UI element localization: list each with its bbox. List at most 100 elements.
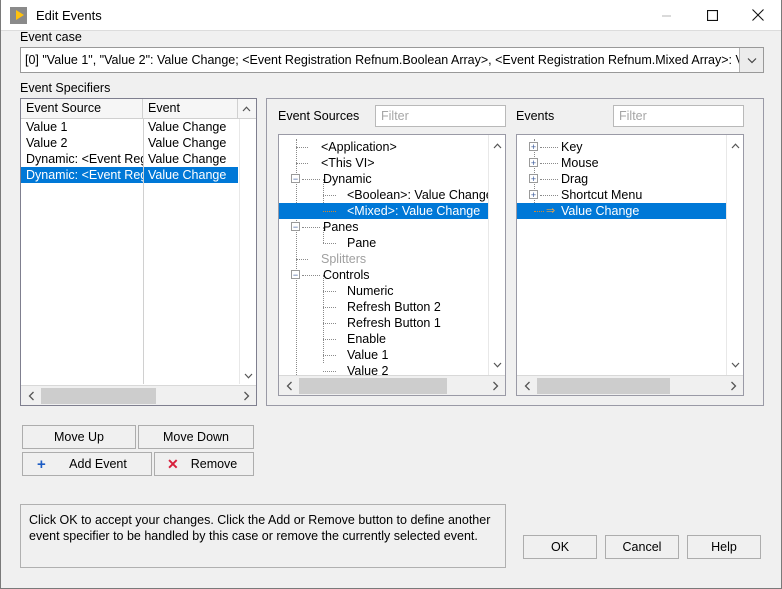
event-sources-tree[interactable]: <Application> <This VI> − Dynamic <Boole… [278,134,506,396]
tree-item-value-1[interactable]: Value 1 [279,347,488,363]
tree-item-label: Pane [347,236,377,250]
tree-item-label: Dynamic [323,172,372,186]
ok-button[interactable]: OK [523,535,597,559]
tree-item-pane[interactable]: Pane [279,235,488,251]
minimize-icon[interactable] [643,0,689,31]
close-icon[interactable] [735,0,781,31]
events-filter-input[interactable]: Filter [613,105,744,127]
specifiers-vertical-scrollbar[interactable] [239,119,256,384]
tree-item-refresh-button-1[interactable]: Refresh Button 1 [279,315,488,331]
chevron-down-icon[interactable] [727,356,743,373]
title-bar: Edit Events [1,0,781,31]
tree-item-numeric[interactable]: Numeric [279,283,488,299]
chevron-down-icon[interactable] [240,367,257,384]
tree-item-this-vi[interactable]: <This VI> [279,155,488,171]
expand-toggle-icon[interactable]: + [529,174,538,183]
tree-item-enable[interactable]: Enable [279,331,488,347]
tree-connector [540,147,558,148]
column-header-event-source[interactable]: Event Source [21,99,143,118]
event-sources-vertical-scrollbar[interactable] [488,135,505,375]
cell-event: Value Change [148,152,227,166]
tree-item-label: Mouse [561,156,599,170]
scrollbar-thumb[interactable] [537,377,670,394]
tree-connector [302,275,320,276]
chevron-down-icon[interactable] [489,356,505,373]
event-specifiers-list[interactable]: Event Source Event Value 1 Value Change … [20,98,257,406]
cell-event: Value Change [148,120,227,134]
collapse-toggle-icon[interactable]: − [291,174,300,183]
remove-button[interactable]: ✕ Remove [154,452,254,476]
events-vertical-scrollbar[interactable] [726,135,743,375]
tree-item-dynamic[interactable]: − Dynamic [279,171,488,187]
chevron-up-icon[interactable] [727,137,743,154]
event-case-combobox[interactable]: [0] "Value 1", "Value 2": Value Change; … [20,47,764,73]
tree-item-label: Refresh Button 1 [347,316,441,330]
chevron-right-icon[interactable] [236,386,256,406]
event-specifiers-rows: Value 1 Value Change Value 2 Value Chang… [21,119,256,384]
tree-item-mouse[interactable]: + Mouse [517,155,726,171]
add-event-button[interactable]: + Add Event [22,452,152,476]
table-row[interactable]: Value 2 Value Change [21,135,256,151]
tree-item-panes[interactable]: − Panes [279,219,488,235]
table-row[interactable]: Dynamic: <Event Reg Value Change [21,167,256,183]
tree-item-value-change[interactable]: ⇒ Value Change [517,203,726,219]
chevron-up-icon[interactable] [489,137,505,154]
events-horizontal-scrollbar[interactable] [517,375,743,395]
events-tree[interactable]: + Key + Mouse + Drag + Shortcut Menu ⇒ V… [516,134,744,396]
expand-toggle-icon[interactable]: + [529,142,538,151]
move-up-button[interactable]: Move Up [22,425,136,449]
tree-item-splitters[interactable]: Splitters [279,251,488,267]
tree-item-application[interactable]: <Application> [279,139,488,155]
scrollbar-track[interactable] [299,376,485,396]
tree-item-label: Shortcut Menu [561,188,643,202]
help-button[interactable]: Help [687,535,761,559]
help-text-box: Click OK to accept your changes. Click t… [20,504,506,568]
tree-item-drag[interactable]: + Drag [517,171,726,187]
collapse-toggle-icon[interactable]: − [291,270,300,279]
event-sources-filter-input[interactable]: Filter [375,105,506,127]
tree-item-key[interactable]: + Key [517,139,726,155]
tree-item-controls[interactable]: − Controls [279,267,488,283]
event-sources-horizontal-scrollbar[interactable] [279,375,505,395]
maximize-icon[interactable] [689,0,735,31]
chevron-right-icon[interactable] [723,376,743,396]
chevron-left-icon[interactable] [21,386,41,406]
expand-toggle-icon[interactable]: + [529,190,538,199]
chevron-left-icon[interactable] [517,376,537,396]
event-sources-tree-rows: <Application> <This VI> − Dynamic <Boole… [279,139,493,395]
tree-item-refresh-button-2[interactable]: Refresh Button 2 [279,299,488,315]
scrollbar-track[interactable] [41,386,236,406]
cancel-button[interactable]: Cancel [605,535,679,559]
table-row[interactable]: Dynamic: <Event Reg Value Change [21,151,256,167]
tree-item-shortcut-menu[interactable]: + Shortcut Menu [517,187,726,203]
tree-connector [323,323,336,324]
table-row[interactable]: Value 1 Value Change [21,119,256,135]
tree-item-label: Panes [323,220,359,234]
chevron-right-icon[interactable] [485,376,505,396]
specifiers-horizontal-scrollbar[interactable] [21,385,256,405]
cell-event-source: Value 1 [26,120,68,134]
chevron-down-icon[interactable] [739,48,763,72]
tree-connector [296,259,308,260]
tree-connector [323,195,336,196]
tree-connector [323,371,336,372]
column-header-event[interactable]: Event [143,99,238,118]
collapse-toggle-icon[interactable]: − [291,222,300,231]
tree-connector [323,211,336,212]
chevron-up-icon[interactable] [238,99,255,118]
tree-connector [296,147,308,148]
cell-event-source: Value 2 [26,136,68,150]
scrollbar-track[interactable] [537,376,723,396]
expand-toggle-icon[interactable]: + [529,158,538,167]
tree-connector [540,195,558,196]
window-title: Edit Events [36,7,102,23]
scrollbar-thumb[interactable] [41,387,156,404]
cell-event: Value Change [148,136,227,150]
move-down-button[interactable]: Move Down [138,425,254,449]
chevron-left-icon[interactable] [279,376,299,396]
tree-item-label: <Boolean>: Value Change [347,188,493,202]
tree-item-boolean-value-change[interactable]: <Boolean>: Value Change [279,187,493,203]
tree-connector [302,179,320,180]
tree-item-mixed-value-change[interactable]: <Mixed>: Value Change [279,203,488,219]
scrollbar-thumb[interactable] [299,377,447,394]
